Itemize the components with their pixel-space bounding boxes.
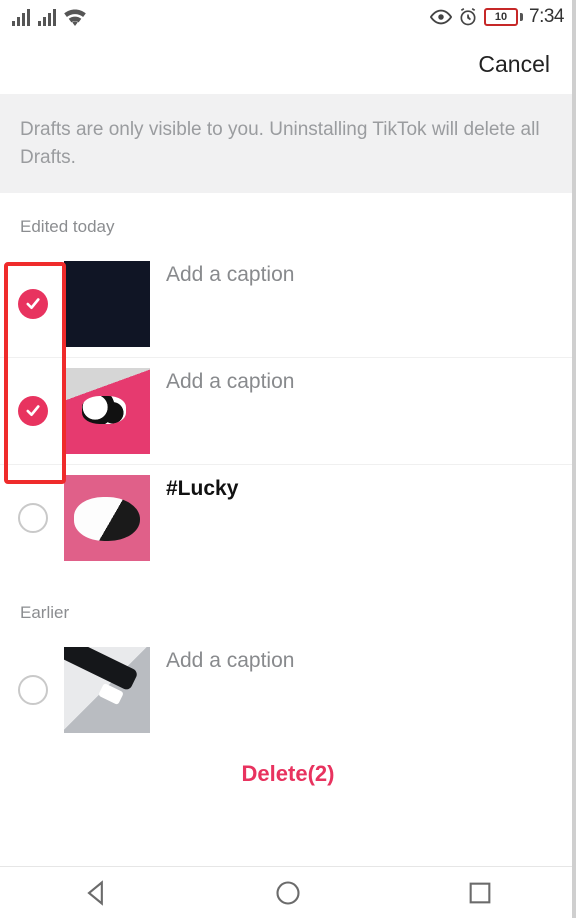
- draft-row[interactable]: Add a caption: [0, 251, 576, 358]
- cancel-button[interactable]: Cancel: [478, 51, 550, 78]
- header: Cancel: [0, 34, 576, 94]
- battery-icon: 10: [484, 8, 523, 26]
- draft-row[interactable]: #Lucky: [0, 465, 576, 571]
- wifi-icon: [64, 8, 86, 26]
- delete-button[interactable]: Delete(2): [0, 743, 576, 797]
- draft-caption: Add a caption: [166, 261, 556, 287]
- signal-icon: [12, 8, 30, 26]
- nav-recent-icon[interactable]: [466, 879, 494, 907]
- alarm-icon: [458, 7, 478, 27]
- scrollbar[interactable]: [572, 0, 576, 918]
- status-left: [12, 8, 86, 26]
- checkbox-selected[interactable]: [18, 396, 48, 426]
- draft-caption: #Lucky: [166, 475, 556, 501]
- draft-thumbnail[interactable]: [64, 261, 150, 347]
- checkbox-unselected[interactable]: [18, 675, 48, 705]
- info-banner: Drafts are only visible to you. Uninstal…: [0, 94, 576, 193]
- eye-icon: [430, 8, 452, 26]
- checkbox-selected[interactable]: [18, 289, 48, 319]
- draft-caption: Add a caption: [166, 647, 556, 673]
- clock: 7:34: [529, 6, 564, 28]
- status-bar: 10 7:34: [0, 0, 576, 34]
- checkbox-unselected[interactable]: [18, 503, 48, 533]
- draft-thumbnail[interactable]: [64, 475, 150, 561]
- draft-row[interactable]: Add a caption: [0, 637, 576, 743]
- nav-back-icon[interactable]: [82, 879, 110, 907]
- status-right: 10 7:34: [430, 6, 564, 28]
- android-nav-bar: [0, 866, 576, 918]
- draft-thumbnail[interactable]: [64, 368, 150, 454]
- section-title-earlier: Earlier: [0, 585, 576, 637]
- section-title-today: Edited today: [0, 193, 576, 251]
- battery-text: 10: [495, 11, 507, 23]
- draft-thumbnail[interactable]: [64, 647, 150, 733]
- draft-caption: Add a caption: [166, 368, 556, 394]
- signal-icon-2: [38, 8, 56, 26]
- draft-row[interactable]: Add a caption: [0, 358, 576, 465]
- nav-home-icon[interactable]: [274, 879, 302, 907]
